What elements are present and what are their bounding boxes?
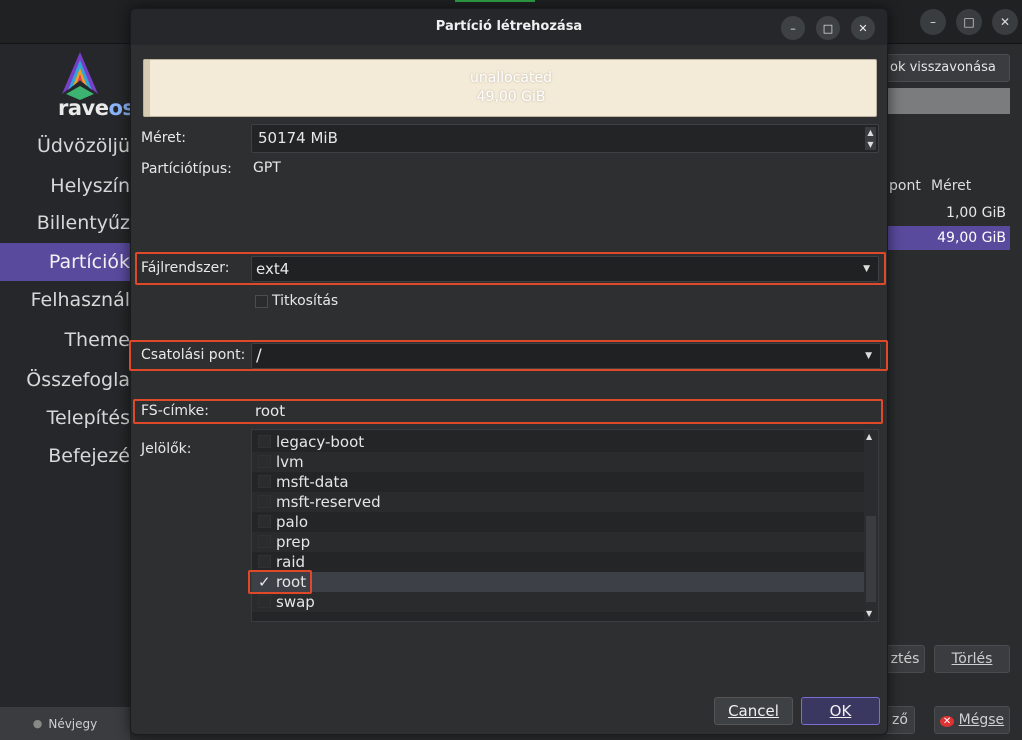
flag-checkbox[interactable]: [258, 515, 271, 528]
list-item[interactable]: lvm: [252, 452, 866, 472]
list-item[interactable]: prep: [252, 532, 866, 552]
info-icon: ●: [32, 717, 43, 730]
highlight-root-flag: [248, 570, 312, 594]
dialog-window-controls: – □ ✕: [781, 16, 875, 40]
minimize-button[interactable]: –: [781, 16, 805, 40]
arrow-down-icon[interactable]: ▼: [865, 139, 876, 150]
logo-text: raveos: [58, 96, 135, 120]
background-window-controls: – □ ✕: [920, 9, 1018, 35]
filesystem-select[interactable]: ext4 ▼: [251, 256, 879, 282]
encryption-checkbox[interactable]: [255, 295, 268, 308]
partition-row[interactable]: 1,00 GiB: [885, 201, 1010, 225]
partition-row-selected[interactable]: 49,00 GiB: [885, 226, 1010, 250]
mount-point-combobox[interactable]: / ▼: [251, 343, 881, 369]
ok-button[interactable]: OK: [801, 697, 880, 725]
mount-point-value: /: [256, 346, 262, 366]
scrollbar-thumb[interactable]: [866, 516, 876, 602]
cancel-icon: ✕: [939, 716, 955, 727]
cancel-install-button[interactable]: ✕ Mégse: [934, 706, 1010, 734]
raveos-logo-icon: [62, 52, 98, 100]
sidebar-item-install: Telepítés: [46, 407, 130, 429]
sidebar-item-location: Helyszín: [50, 175, 130, 197]
list-item[interactable]: msft-data: [252, 472, 866, 492]
sidebar-item-partitions: Partíciók: [0, 243, 130, 281]
highlight-fs-label: [133, 399, 883, 424]
list-item[interactable]: legacy-boot: [252, 432, 866, 452]
cancel-button[interactable]: Cancel: [714, 697, 793, 725]
sidebar-item-theme: Theme: [64, 329, 130, 351]
size-spinbox[interactable]: 50174 MiB ▲ ▼: [251, 124, 879, 153]
flags-list[interactable]: legacy-boot lvm msft-data msft-reserved …: [251, 429, 879, 622]
flag-checkbox[interactable]: [258, 455, 271, 468]
flag-checkbox[interactable]: [258, 535, 271, 548]
partition-bar-size: 49,00 GiB: [476, 89, 546, 105]
flag-checkbox[interactable]: [258, 555, 271, 568]
flag-checkbox[interactable]: [258, 475, 271, 488]
flag-checkbox[interactable]: [258, 435, 271, 448]
create-partition-dialog: Partíció létrehozása – □ ✕ unallocated 4…: [129, 8, 888, 735]
partition-type-value: GPT: [253, 160, 281, 176]
flag-checkbox[interactable]: [258, 595, 271, 608]
dialog-title: Partíció létrehozása: [435, 19, 583, 34]
chevron-down-icon: ▼: [863, 264, 870, 274]
list-item[interactable]: palo: [252, 512, 866, 532]
sidebar-item-welcome: Üdvözöljü: [36, 135, 130, 157]
partition-bar-edge: [144, 60, 150, 116]
mount-point-label: Csatolási pont:: [141, 347, 246, 363]
about-label: Névjegy: [48, 716, 98, 731]
list-item[interactable]: swap: [252, 592, 866, 612]
partition-bar-label: unallocated: [470, 70, 552, 86]
filesystem-label: Fájlrendszer:: [141, 260, 230, 276]
partition-panel-partial: ok visszavonása pont Méret 1,00 GiB 49,0…: [885, 44, 1022, 740]
about-button[interactable]: ● Névjegy: [0, 707, 130, 740]
fs-label-input[interactable]: root: [255, 402, 285, 420]
partition-preview-bar: unallocated 49,00 GiB: [143, 59, 877, 117]
filesystem-value: ext4: [256, 260, 290, 278]
partition-type-label: Partíciótípus:: [141, 161, 232, 177]
delete-button[interactable]: Törlés: [934, 645, 1010, 673]
fs-label-label: FS-címke:: [141, 403, 209, 419]
size-label: Méret:: [141, 130, 186, 146]
list-item[interactable]: msft-reserved: [252, 492, 866, 512]
chevron-down-icon[interactable]: ▼: [861, 344, 876, 368]
close-button[interactable]: ✕: [851, 16, 875, 40]
disk-usage-bar: [885, 88, 1010, 114]
encryption-label[interactable]: Titkosítás: [272, 293, 338, 309]
installer-sidebar: raveos Üdvözöljü Helyszín Billentyűz Par…: [0, 44, 135, 740]
arrow-down-icon[interactable]: ▼: [866, 609, 872, 618]
minimize-button[interactable]: –: [920, 9, 946, 35]
next-button[interactable]: ző: [885, 706, 915, 734]
flag-checkbox[interactable]: [258, 495, 271, 508]
sidebar-item-summary: Összefogla: [26, 369, 130, 391]
arrow-up-icon[interactable]: ▲: [865, 127, 876, 138]
edit-button[interactable]: ztés: [885, 645, 925, 673]
maximize-button[interactable]: □: [956, 9, 982, 35]
sidebar-item-users: Felhasznál: [30, 289, 130, 311]
flags-label: Jelölők:: [141, 441, 192, 457]
undo-all-button[interactable]: ok visszavonása: [885, 54, 1010, 82]
column-mount-point: pont: [889, 178, 921, 194]
sidebar-item-keyboard: Billentyűz: [36, 212, 130, 234]
dialog-titlebar[interactable]: Partíció létrehozása – □ ✕: [131, 9, 887, 45]
flags-scrollbar[interactable]: ▲ ▼: [864, 430, 878, 621]
close-button[interactable]: ✕: [992, 9, 1018, 35]
maximize-button[interactable]: □: [816, 16, 840, 40]
arrow-up-icon[interactable]: ▲: [866, 432, 872, 441]
accent-line: [455, 0, 535, 2]
list-item-selected[interactable]: ✓ root: [252, 572, 866, 592]
size-stepper[interactable]: ▲ ▼: [865, 127, 876, 150]
sidebar-item-finish: Befejezé: [48, 445, 130, 467]
column-size: Méret: [931, 178, 972, 194]
list-item[interactable]: raid: [252, 552, 866, 572]
size-value: 50174 MiB: [258, 129, 338, 147]
